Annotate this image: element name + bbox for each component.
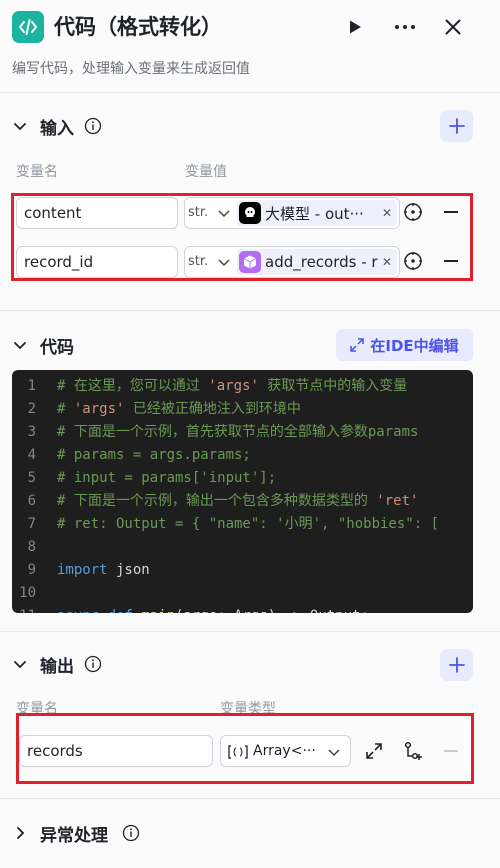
output-section-header: 输出 [0, 649, 500, 679]
run-button[interactable] [340, 12, 370, 42]
remove-reference-icon[interactable]: ✕ [382, 206, 392, 220]
reference-label: add_records - r [265, 253, 378, 271]
line-number: 3 [27, 424, 36, 440]
variable-reference-tag[interactable]: add_records - r [237, 249, 397, 275]
expand-icon[interactable] [363, 740, 385, 762]
line-number: 5 [27, 470, 36, 486]
more-icon [395, 25, 415, 29]
divider [0, 310, 500, 311]
output-name-field[interactable]: records [19, 735, 213, 767]
code-text: async def main(args: Args) -> Output: [57, 605, 369, 613]
edit-in-ide-label: 在IDE中编辑 [370, 336, 459, 355]
remove-reference-icon[interactable]: ✕ [382, 255, 392, 269]
col-label-name: 变量名 [16, 164, 58, 180]
remove-row-button[interactable] [444, 211, 458, 213]
variable-selector-icon[interactable] [403, 202, 423, 222]
code-text: # 'args' 已经被正确地注入到环境中 [57, 401, 301, 417]
chevron-down-icon [218, 259, 230, 267]
output-type-select[interactable]: Array<··· [220, 735, 351, 767]
info-icon[interactable] [122, 824, 140, 842]
input-value-field[interactable]: str. 大模型 - out··· ✕ [184, 197, 400, 229]
add-child-field-icon[interactable] [402, 740, 424, 762]
line-number: 2 [27, 401, 36, 417]
divider [0, 631, 500, 632]
error-section-header[interactable]: 异常处理 [0, 818, 500, 848]
line-number: 1 [27, 378, 36, 394]
close-icon [445, 19, 461, 35]
type-select[interactable]: str. [188, 198, 208, 228]
chevron-down-icon[interactable] [12, 118, 28, 134]
remove-output-button[interactable] [444, 750, 458, 752]
code-editor[interactable]: 1 # 在这里，您可以通过 'args' 获取节点中的输入变量 2 # 'args' … [12, 370, 473, 613]
input-section-title: 输入 [40, 119, 74, 139]
line-number: 6 [27, 493, 36, 509]
edit-in-ide-button[interactable]: 在IDE中编辑 [336, 329, 473, 361]
remove-row-button[interactable] [444, 260, 458, 262]
input-name-field[interactable]: content [16, 197, 178, 229]
code-text: # 在这里，您可以通过 'args' 获取节点中的输入变量 [57, 378, 408, 394]
code-text: # ret: Output = { "name": '小明', "hobbies… [57, 516, 440, 532]
type-select[interactable]: str. [188, 247, 208, 277]
close-button[interactable] [438, 12, 468, 42]
line-number: 11 [12, 605, 36, 613]
col-label-value: 变量值 [185, 164, 227, 180]
divider [0, 798, 500, 799]
chevron-down-icon [218, 210, 230, 218]
divider [0, 92, 500, 93]
chevron-right-icon[interactable] [12, 825, 28, 841]
info-icon[interactable] [84, 655, 102, 673]
output-type-label: Array<··· [253, 743, 316, 759]
node-description[interactable]: 编写代码，处理输入变量来生成返回值 [12, 58, 250, 78]
plus-icon [448, 657, 465, 673]
plus-icon [448, 118, 465, 134]
reference-label: 大模型 - out··· [265, 204, 364, 223]
line-number: 8 [27, 539, 36, 555]
variable-reference-tag[interactable]: 大模型 - out··· [237, 200, 397, 226]
output-section-title: 输出 [40, 657, 74, 677]
code-text: # input = params['input']; [57, 470, 277, 486]
more-button[interactable] [390, 12, 420, 42]
expand-icon [350, 338, 365, 352]
array-type-icon [228, 745, 248, 759]
chevron-down-icon [328, 749, 340, 757]
code-brackets-icon [12, 11, 44, 43]
line-number: 9 [27, 562, 36, 578]
plugin-cube-icon [239, 251, 261, 273]
add-output-button[interactable] [440, 649, 473, 681]
code-text: # 下面是一个示例，输出一个包含多种数据类型的 'ret' [57, 493, 419, 509]
code-text: import json [57, 562, 150, 578]
line-number: 10 [19, 585, 36, 601]
chevron-down-icon[interactable] [12, 337, 28, 353]
input-name-field[interactable]: record_id [16, 246, 178, 278]
line-number: 4 [27, 447, 36, 463]
node-title[interactable]: 代码（格式转化） [54, 12, 222, 42]
play-icon [350, 20, 361, 34]
input-section-header: 输入 [0, 111, 500, 141]
code-section-title: 代码 [40, 338, 74, 358]
error-section-title: 异常处理 [40, 826, 108, 846]
code-text: # 下面是一个示例，首先获取节点的全部输入参数params [57, 424, 419, 440]
code-text: # params = args.params; [57, 447, 251, 463]
llm-node-icon [239, 202, 261, 224]
node-header: 代码（格式转化） 编写代码，处理输入变量来生成返回值 [0, 0, 500, 92]
add-input-button[interactable] [440, 110, 473, 142]
input-value-field[interactable]: str. add_records - r ✕ [184, 246, 400, 278]
line-number: 7 [27, 516, 36, 532]
variable-selector-icon[interactable] [403, 251, 423, 271]
info-icon[interactable] [84, 117, 102, 135]
chevron-down-icon[interactable] [12, 656, 28, 672]
